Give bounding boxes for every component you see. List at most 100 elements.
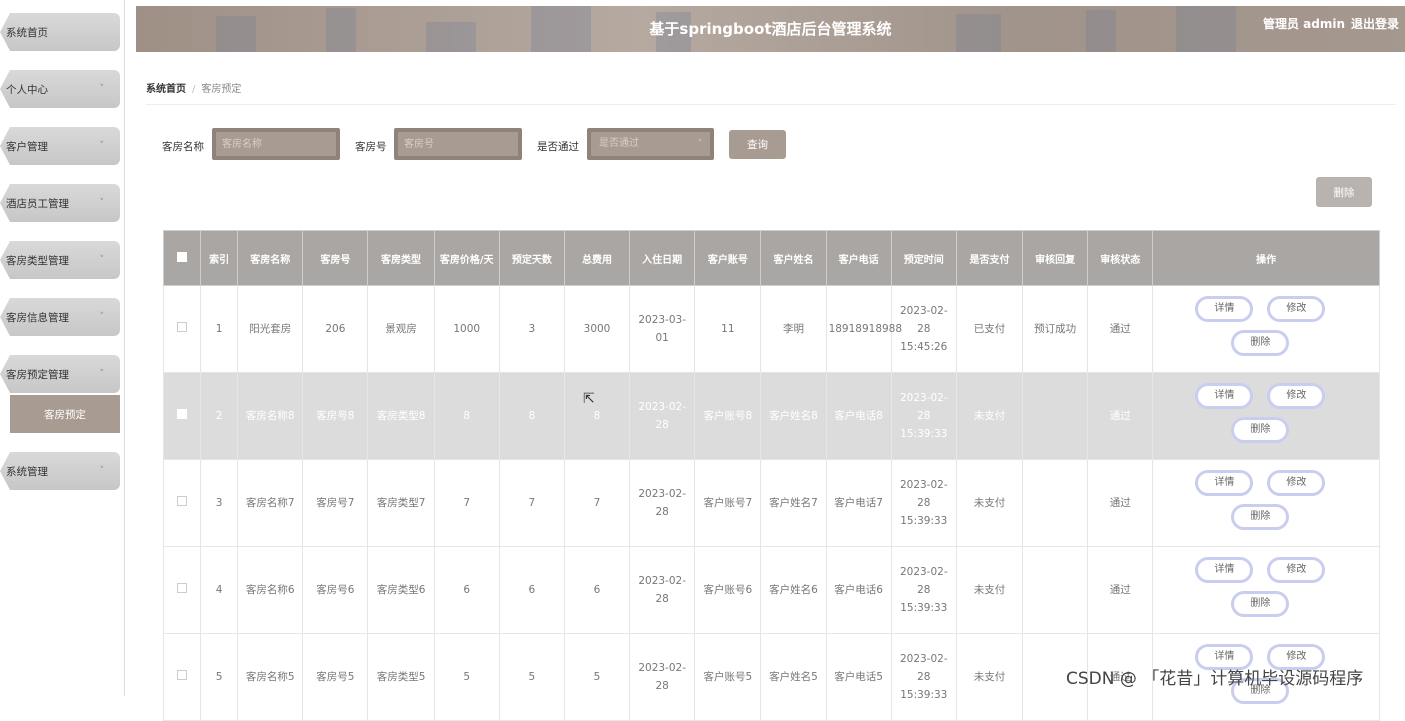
detail-button[interactable]: 详情 <box>1195 557 1254 583</box>
edit-button[interactable]: 修改 <box>1267 296 1326 322</box>
table-cell-phone: 18918918988 <box>825 285 902 373</box>
table-cell-paid: 未支付 <box>955 459 1024 547</box>
column-header: 预定时间 <box>890 230 957 286</box>
column-header: 总费用 <box>563 230 631 286</box>
sidebar-item-room-info-management[interactable]: 客房信息管理 ˅ <box>0 298 120 336</box>
table-cell-total: 5 <box>563 633 631 721</box>
row-checkbox[interactable] <box>177 409 188 419</box>
watermark: CSDN @ 「花昔」计算机毕设源码程序 <box>1066 669 1364 689</box>
table-cell-account: 客户账号8 <box>694 372 762 460</box>
room-no-label: 客房号 <box>355 141 387 153</box>
sidebar-item-label: 系统管理 <box>6 465 48 478</box>
select-all-cell <box>162 230 202 286</box>
mouse-cursor-icon: ⇱ <box>583 391 595 407</box>
row-select-cell <box>162 633 202 721</box>
select-all-checkbox[interactable] <box>177 251 188 262</box>
table-cell-account: 客户账号5 <box>694 633 762 721</box>
detail-button[interactable]: 详情 <box>1195 470 1254 496</box>
room-no-input[interactable] <box>398 132 518 156</box>
row-checkbox[interactable] <box>177 322 188 332</box>
chevron-down-icon: ˅ <box>99 466 105 476</box>
delete-button[interactable]: 删除 <box>1231 504 1290 530</box>
room-no-input-wrap <box>394 128 522 160</box>
edit-button[interactable]: 修改 <box>1267 470 1326 496</box>
column-header: 客户姓名 <box>760 230 827 286</box>
breadcrumb-separator: / <box>192 84 196 95</box>
table-cell-status: 通过 <box>1087 546 1154 634</box>
sidebar-item-booking-management[interactable]: 客房预定管理 ˄ <box>0 355 120 393</box>
table-cell-phone: 客户电话8 <box>825 372 892 460</box>
sidebar-item-room-type-management[interactable]: 客房类型管理 ˅ <box>0 241 120 279</box>
table-cell-idx: 1 <box>200 285 239 373</box>
row-actions-cell: 详情 修改删除 <box>1152 546 1380 634</box>
detail-button[interactable]: 详情 <box>1195 383 1254 409</box>
breadcrumb-home[interactable]: 系统首页 <box>146 84 186 95</box>
room-name-input[interactable] <box>216 132 336 156</box>
table-cell-reply <box>1022 459 1089 547</box>
row-actions: 详情 修改删除 <box>1155 460 1377 546</box>
edit-button[interactable]: 修改 <box>1267 557 1326 583</box>
batch-delete-button[interactable]: 删除 <box>1316 177 1372 207</box>
table-cell-price: 5 <box>433 633 500 721</box>
table-cell-paid: 未支付 <box>955 633 1024 721</box>
table-cell-status: 通过 <box>1087 372 1154 460</box>
chevron-down-icon: ˅ <box>99 255 105 265</box>
sidebar-item-staff-management[interactable]: 酒店员工管理 ˅ <box>0 184 120 222</box>
table-cell-days: 8 <box>498 372 565 460</box>
table-cell-reply <box>1022 372 1089 460</box>
passed-select[interactable]: 是否通过 ˅ <box>587 128 714 160</box>
edit-button[interactable]: 修改 <box>1267 383 1326 409</box>
admin-label: 管理员 admin <box>1262 17 1345 31</box>
sidebar-item-personal-center[interactable]: 个人中心 ˅ <box>0 70 120 108</box>
passed-label: 是否通过 <box>537 141 579 153</box>
delete-button[interactable]: 删除 <box>1231 330 1290 356</box>
sidebar-subitem-room-booking[interactable]: 客房预定 <box>10 395 120 433</box>
booking-table: 索引 客房名称 客房号 客房类型 客房价格/天 预定天数 总费用 入住日期 客户… <box>162 230 1380 721</box>
row-checkbox[interactable] <box>177 496 188 506</box>
sidebar-item-label: 客房预定管理 <box>6 368 69 381</box>
sidebar-item-label: 客房类型管理 <box>6 254 69 267</box>
row-checkbox[interactable] <box>177 583 188 593</box>
sidebar-item-system-management[interactable]: 系统管理 ˅ <box>0 452 120 490</box>
table-cell-type: 客房类型5 <box>367 633 435 721</box>
column-header: 客房价格/天 <box>433 230 500 286</box>
table-row: 4 客房名称6 客房号6 客房类型6 6 6 6 2023-02-28 客户账号6 客户姓名6 客户… <box>162 546 1380 634</box>
table-cell-idx: 4 <box>200 546 239 634</box>
table-cell-time: 2023-02-28 15:39:33 <box>890 372 957 460</box>
breadcrumb-current: 客房预定 <box>201 84 242 95</box>
delete-button[interactable]: 删除 <box>1231 417 1290 443</box>
table-cell-reply: 预订成功 <box>1022 285 1089 373</box>
table-cell-phone: 客户电话7 <box>825 459 892 547</box>
table-cell-paid: 未支付 <box>955 546 1024 634</box>
table-cell-checkin: 2023-02-28 <box>629 633 696 721</box>
row-select-cell <box>162 459 202 547</box>
logout-link[interactable]: 退出登录 <box>1351 6 1399 42</box>
table-cell-total: 7 <box>563 459 631 547</box>
passed-select-value: 是否通过 <box>599 138 639 149</box>
row-select-cell <box>162 546 202 634</box>
sidebar: 系统首页 个人中心 ˅ 客户管理 ˅ 酒店员工管理 ˅ 客房类型管理 ˅ 客房信息管理 ˅… <box>0 0 125 696</box>
table-cell-time: 2023-02-28 15:39:33 <box>890 633 957 721</box>
sidebar-item-home[interactable]: 系统首页 <box>0 13 120 51</box>
query-button[interactable]: 查询 <box>729 130 786 159</box>
sidebar-item-label: 个人中心 <box>6 83 48 96</box>
sidebar-item-label: 客房信息管理 <box>6 311 69 324</box>
column-header: 客房类型 <box>367 230 435 286</box>
detail-button[interactable]: 详情 <box>1195 296 1254 322</box>
table-cell-checkin: 2023-02-28 <box>629 372 696 460</box>
delete-button[interactable]: 删除 <box>1231 591 1290 617</box>
table-cell-cname: 客户姓名8 <box>760 372 827 460</box>
row-checkbox[interactable] <box>177 670 188 680</box>
table-cell-no: 客房号6 <box>302 546 369 634</box>
table-cell-price: 8 <box>433 372 500 460</box>
sidebar-item-customer-management[interactable]: 客户管理 ˅ <box>0 127 120 165</box>
chevron-down-icon: ˅ <box>99 84 105 94</box>
sidebar-item-label: 客户管理 <box>6 140 48 153</box>
table-cell-days: 5 <box>498 633 565 721</box>
chevron-up-icon: ˄ <box>99 369 105 379</box>
table-cell-checkin: 2023-03-01 <box>629 285 696 373</box>
table-cell-type: 客房类型6 <box>367 546 435 634</box>
table-cell-account: 客户账号7 <box>694 459 762 547</box>
table-cell-reply <box>1022 546 1089 634</box>
table-cell-account: 客户账号6 <box>694 546 762 634</box>
